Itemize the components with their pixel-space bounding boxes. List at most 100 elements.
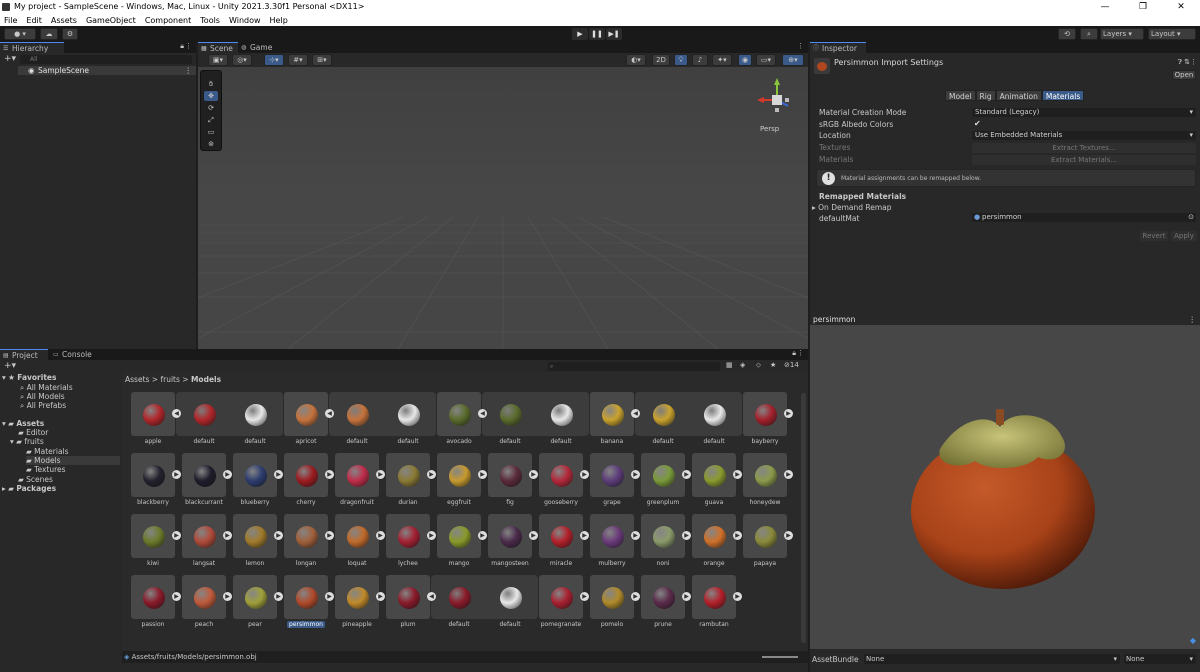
asset-item[interactable]: honeydew ▶	[743, 453, 793, 509]
asset-item[interactable]: miracle ▶	[539, 514, 589, 570]
asset-item[interactable]: default	[539, 392, 583, 448]
rect-tool-icon[interactable]: ▭	[204, 127, 218, 137]
transform-tool-icon[interactable]: ⊚	[204, 139, 218, 149]
expand-icon[interactable]: ▶	[580, 592, 589, 601]
asset-item[interactable]: loquat ▶	[335, 514, 385, 570]
expand-icon[interactable]: ▶	[529, 531, 538, 540]
asset-item[interactable]: guava ▶	[692, 453, 742, 509]
help-icon[interactable]: ❓︎	[1178, 58, 1182, 67]
asset-item[interactable]: apple ◀	[131, 392, 181, 448]
expand-icon[interactable]: ▶	[580, 470, 589, 479]
asset-item[interactable]: orange ▶	[692, 514, 742, 570]
step-button[interactable]: ▶❚	[606, 28, 622, 40]
asset-item[interactable]: dragonfruit ▶	[335, 453, 385, 509]
object-picker-icon[interactable]: ⊙	[1188, 213, 1194, 222]
render-mode-dropdown[interactable]: ◎▾	[232, 54, 252, 66]
2d-toggle[interactable]: 2D	[652, 54, 670, 66]
grid-snap-button[interactable]: #▾	[288, 54, 308, 66]
expand-icon[interactable]: ▶	[784, 470, 793, 479]
expand-icon[interactable]: ▶	[733, 470, 742, 479]
asset-item[interactable]: blackberry ▶	[131, 453, 181, 509]
asset-item[interactable]: longan ▶	[284, 514, 334, 570]
persimmon-3d-preview[interactable]	[810, 325, 1200, 649]
tree-materials[interactable]: ▰ Materials	[26, 447, 69, 456]
expand-icon[interactable]: ▶	[784, 409, 793, 418]
asset-item[interactable]: papaya ▶	[743, 514, 793, 570]
asset-item[interactable]: apricot ◀	[284, 392, 334, 448]
scene-viewport[interactable]: ✋︎ ✥ ⟳ ⤢ ▭ ⊚ Persp	[198, 67, 808, 349]
asset-item[interactable]: lemon ▶	[233, 514, 283, 570]
menu-gameobject[interactable]: GameObject	[86, 16, 136, 25]
favorite-icon[interactable]: ★	[770, 361, 776, 369]
minimize-icon[interactable]: —	[1086, 0, 1124, 14]
tab-animation[interactable]: Animation	[995, 90, 1042, 101]
search-icon[interactable]: ⌕	[1080, 28, 1098, 40]
menu-window[interactable]: Window	[229, 16, 261, 25]
menu-tools[interactable]: Tools	[200, 16, 220, 25]
material-creation-mode-dropdown[interactable]: Standard (Legacy) ▾	[972, 108, 1196, 117]
orientation-gizmo[interactable]	[752, 75, 802, 125]
menu-edit[interactable]: Edit	[26, 16, 42, 25]
asset-item[interactable]: default	[182, 392, 226, 448]
hand-tool-icon[interactable]: ✋︎	[204, 79, 218, 89]
tree-scenes[interactable]: ▰ Scenes	[18, 475, 53, 484]
tree-fruits[interactable]: ▾ ▰ fruits	[10, 437, 44, 446]
collapse-icon[interactable]: ◀	[631, 409, 640, 418]
collapse-icon[interactable]: ◀	[427, 592, 436, 601]
layers-dropdown[interactable]: Layers ▾	[1100, 28, 1144, 40]
account-button[interactable]: ● ▾	[4, 28, 36, 40]
asset-item[interactable]: bayberry ▶	[743, 392, 793, 448]
asset-item[interactable]: grape ▶	[590, 453, 640, 509]
asset-item[interactable]: default	[437, 575, 481, 631]
default-mat-field[interactable]: ● persimmon ⊙	[972, 213, 1196, 222]
pivot-button[interactable]: ⊹▾	[264, 54, 284, 66]
expand-icon[interactable]: ▶	[682, 531, 691, 540]
breadcrumb-fruits[interactable]: fruits	[160, 375, 179, 384]
rotate-tool-icon[interactable]: ⟳	[204, 103, 218, 113]
expand-icon[interactable]: ▶	[172, 592, 181, 601]
collab-icon[interactable]: ⚙	[62, 28, 78, 40]
tree-models[interactable]: ▰ Models	[26, 456, 120, 465]
expand-icon[interactable]: ▶	[376, 531, 385, 540]
create-button[interactable]: +▾	[4, 361, 16, 371]
expand-icon[interactable]: ▶	[733, 592, 742, 601]
tab-console[interactable]: ▭ Console	[50, 349, 98, 360]
tab-scene[interactable]: ▦ Scene	[198, 42, 238, 53]
more-icon[interactable]: ⋮	[1190, 58, 1197, 66]
tab-game[interactable]: ◍ Game	[238, 42, 278, 53]
asset-item[interactable]: default	[488, 392, 532, 448]
close-icon[interactable]: ✕	[1162, 0, 1200, 14]
search-by-label-icon[interactable]: ◈	[740, 361, 745, 369]
asset-item[interactable]: default	[641, 392, 685, 448]
on-demand-remap-foldout[interactable]: ▸ On Demand Remap	[812, 203, 892, 212]
expand-icon[interactable]: ▶	[631, 470, 640, 479]
history-icon[interactable]: ⟲	[1058, 28, 1076, 40]
gizmos-dropdown[interactable]: ⊕▾	[782, 54, 804, 66]
expand-icon[interactable]: ▶	[325, 531, 334, 540]
expand-icon[interactable]: ▶	[631, 592, 640, 601]
expand-icon[interactable]: ▶	[223, 531, 232, 540]
more-icon[interactable]: ⋮	[797, 42, 804, 50]
palette-handle[interactable]	[204, 73, 218, 77]
asset-item[interactable]: mango ▶	[437, 514, 487, 570]
expand-icon[interactable]: ▶	[478, 470, 487, 479]
asset-item[interactable]: pineapple ▶	[335, 575, 385, 631]
expand-icon[interactable]: ▶	[172, 470, 181, 479]
increment-snap-button[interactable]: ⊞▾	[312, 54, 332, 66]
asset-item[interactable]: noni ▶	[641, 514, 691, 570]
asset-item[interactable]: greenplum ▶	[641, 453, 691, 509]
asset-item[interactable]: prune ▶	[641, 575, 691, 631]
scale-tool-icon[interactable]: ⤢	[204, 115, 218, 125]
asset-item[interactable]: rambutan ▶	[692, 575, 742, 631]
move-tool-icon[interactable]: ✥	[204, 91, 218, 101]
asset-item[interactable]: banana ◀	[590, 392, 640, 448]
tab-rig[interactable]: Rig	[975, 90, 996, 101]
expand-icon[interactable]: ▶	[478, 531, 487, 540]
search-by-type-icon[interactable]: ▦	[726, 361, 733, 369]
asset-item[interactable]: plum ◀	[386, 575, 436, 631]
collapse-icon[interactable]: ◀	[478, 409, 487, 418]
tree-textures[interactable]: ▰ Textures	[26, 465, 66, 474]
pause-button[interactable]: ❚❚	[589, 28, 605, 40]
tab-inspector[interactable]: ⓘ Inspector	[810, 42, 866, 53]
draw-mode-dropdown[interactable]: ▣▾	[208, 54, 228, 66]
